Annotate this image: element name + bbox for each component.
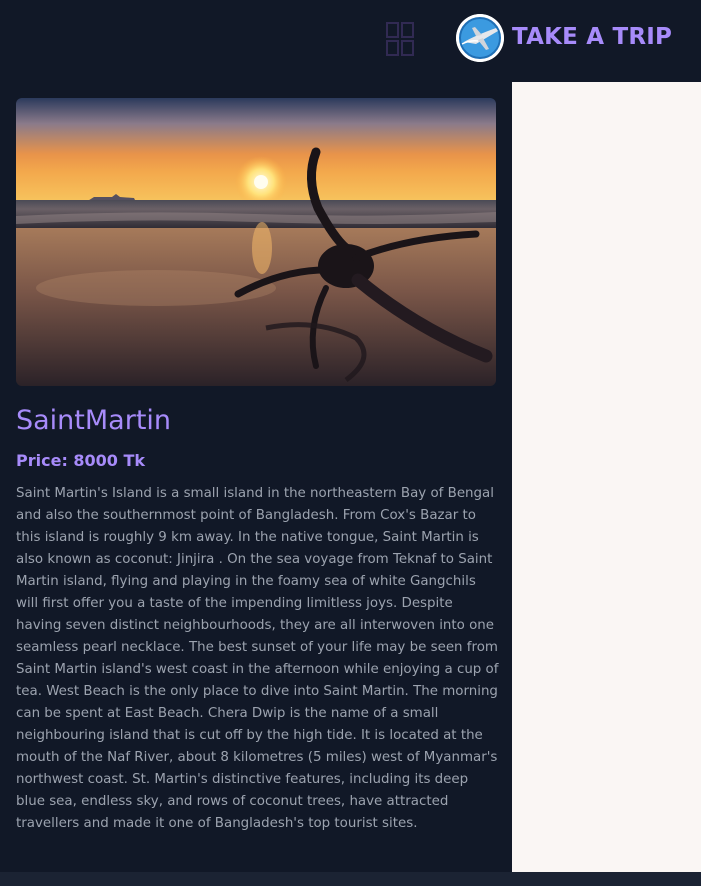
airplane-globe-logo[interactable] <box>456 14 504 62</box>
destination-title: SaintMartin <box>16 405 172 436</box>
sunset-anchor-beach-photo <box>16 98 496 386</box>
top-navbar: TAKE A TRIP <box>0 0 701 82</box>
side-panel <box>512 82 701 872</box>
price-label: Price: 8000 Tk <box>16 451 146 470</box>
grid-menu-icon[interactable] <box>386 22 414 56</box>
destination-description: Saint Martin's Island is a small island … <box>16 486 499 831</box>
footer-strip <box>0 872 701 886</box>
brand-title[interactable]: TAKE A TRIP <box>512 24 672 50</box>
destination-card: SaintMartin Price: 8000 Tk Saint Martin'… <box>0 82 512 872</box>
page: TAKE A TRIP SaintMartin Price: 8000 Tk S… <box>0 0 701 886</box>
